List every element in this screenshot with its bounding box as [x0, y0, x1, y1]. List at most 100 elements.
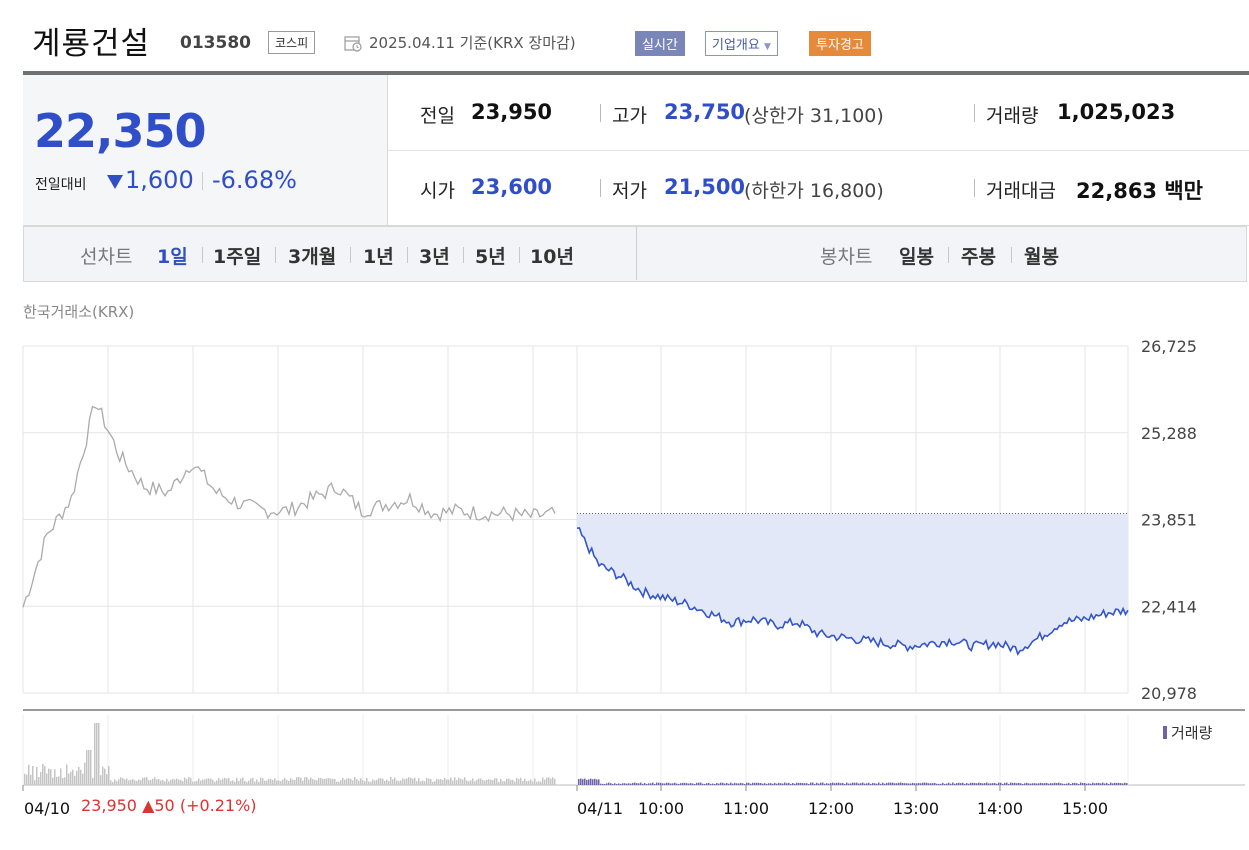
volume-bar-today	[844, 783, 846, 785]
volume-bar-today	[646, 783, 648, 785]
below-reference-area	[577, 513, 1128, 655]
volume-bar-today	[1012, 782, 1014, 785]
volume-bar-today	[1106, 782, 1108, 785]
volume-bar-today	[636, 783, 638, 785]
volume-bar-today	[796, 782, 798, 785]
volume-bar-today	[664, 783, 666, 785]
volume-bar-today	[966, 782, 968, 785]
volume-bar-prev	[68, 773, 70, 785]
volume-bar-today	[926, 782, 928, 785]
volume-bar-today	[722, 782, 724, 785]
volume-bar-today	[774, 782, 776, 785]
volume-bar-prev	[230, 781, 232, 785]
volume-bar-today	[802, 783, 804, 785]
volume-bar-today	[672, 783, 674, 785]
volume-bar-today	[852, 782, 854, 785]
volume-bar-prev	[386, 779, 388, 785]
y-tick-label: 26,725	[1141, 337, 1197, 356]
volume-bar-prev	[338, 781, 340, 785]
volume-bar-today	[862, 782, 864, 785]
volume-bar-today	[896, 783, 898, 785]
volume-bar-today	[804, 783, 806, 785]
volume-bar-prev	[366, 777, 368, 785]
volume-bar-today	[1118, 782, 1120, 785]
volume-bar-today	[788, 782, 790, 785]
volume-bar-today	[1116, 782, 1118, 785]
volume-legend-label: 거래량	[1171, 724, 1213, 742]
volume-bar-prev	[268, 778, 270, 785]
volume-bar-prev	[110, 780, 112, 785]
volume-bar-today	[764, 783, 766, 785]
volume-bar-today	[778, 782, 780, 785]
volume-bar-today	[620, 783, 622, 785]
volume-bar-today	[650, 783, 652, 785]
volume-bar-today	[598, 779, 600, 785]
volume-bar-prev	[346, 778, 348, 785]
volume-bar-prev	[192, 781, 194, 785]
volume-bar-today	[890, 782, 892, 785]
volume-bar-today	[928, 783, 930, 785]
volume-bar-today	[1058, 782, 1060, 785]
volume-bar-today	[840, 783, 842, 785]
volume-bar-prev	[196, 780, 198, 785]
volume-bar-today	[652, 782, 654, 785]
volume-bar-prev	[106, 774, 108, 785]
volume-bar-prev	[430, 778, 432, 785]
volume-bar-prev	[148, 780, 150, 785]
volume-bar-today	[936, 783, 938, 785]
volume-bar-prev	[58, 776, 60, 785]
volume-bar-prev	[174, 779, 176, 785]
volume-bar-today	[828, 783, 830, 785]
volume-bar-prev	[44, 766, 46, 785]
volume-bar-today	[786, 783, 788, 785]
volume-bar-prev	[398, 781, 400, 785]
volume-bar-today	[948, 782, 950, 785]
volume-bar-prev	[520, 777, 522, 785]
volume-bar-prev	[284, 777, 286, 785]
volume-bar-today	[582, 779, 584, 785]
volume-bar-prev	[86, 750, 88, 785]
volume-bar-today	[1098, 782, 1100, 785]
volume-bar-prev	[240, 778, 242, 785]
volume-bar-prev	[392, 779, 394, 785]
volume-bar-prev	[416, 781, 418, 785]
volume-bar-today	[812, 782, 814, 785]
volume-bar-today	[954, 783, 956, 785]
volume-legend: 거래량	[1163, 722, 1212, 743]
volume-bar-prev	[154, 777, 156, 785]
volume-bar-prev	[180, 780, 182, 785]
volume-bar-today	[1042, 783, 1044, 785]
volume-bar-today	[946, 783, 948, 785]
volume-bar-today	[1004, 782, 1006, 785]
volume-bar-prev	[26, 774, 28, 785]
volume-bar-prev	[456, 780, 458, 785]
prev-close-info: 23,950 ▲50 (+0.21%)	[81, 796, 257, 815]
volume-bar-today	[888, 782, 890, 785]
volume-bar-prev	[266, 780, 268, 785]
volume-bar-prev	[394, 777, 396, 785]
volume-bar-prev	[362, 780, 364, 785]
volume-bar-today	[1108, 783, 1110, 785]
volume-bar-today	[1076, 783, 1078, 785]
volume-bar-prev	[228, 777, 230, 785]
volume-bar-prev	[246, 781, 248, 785]
volume-bar-today	[912, 782, 914, 785]
volume-bar-prev	[432, 781, 434, 785]
volume-bar-prev	[258, 781, 260, 785]
volume-bar-prev	[76, 770, 78, 785]
volume-bar-prev	[218, 778, 220, 785]
volume-bar-prev	[282, 779, 284, 785]
volume-bar-prev	[280, 781, 282, 785]
volume-bar-prev	[506, 778, 508, 785]
volume-bar-prev	[334, 778, 336, 785]
volume-bar-prev	[500, 779, 502, 785]
volume-bar-today	[1120, 783, 1122, 785]
volume-bar-prev	[390, 777, 392, 785]
volume-bar-prev	[554, 778, 556, 785]
volume-bar-today	[884, 783, 886, 785]
volume-bar-today	[846, 782, 848, 785]
volume-bar-today	[1088, 783, 1090, 785]
volume-bar-prev	[316, 780, 318, 785]
volume-bar-today	[590, 778, 592, 785]
volume-bar-today	[894, 783, 896, 785]
